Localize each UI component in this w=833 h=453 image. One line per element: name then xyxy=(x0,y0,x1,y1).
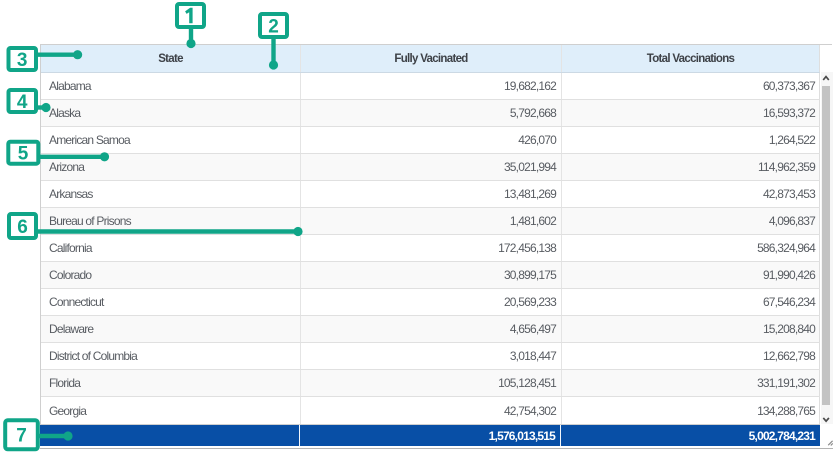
svg-text:3: 3 xyxy=(17,50,28,71)
svg-text:2: 2 xyxy=(268,16,279,37)
svg-text:5: 5 xyxy=(18,144,29,165)
svg-text:7: 7 xyxy=(16,426,27,447)
svg-text:6: 6 xyxy=(17,217,28,238)
svg-text:4: 4 xyxy=(17,92,28,113)
